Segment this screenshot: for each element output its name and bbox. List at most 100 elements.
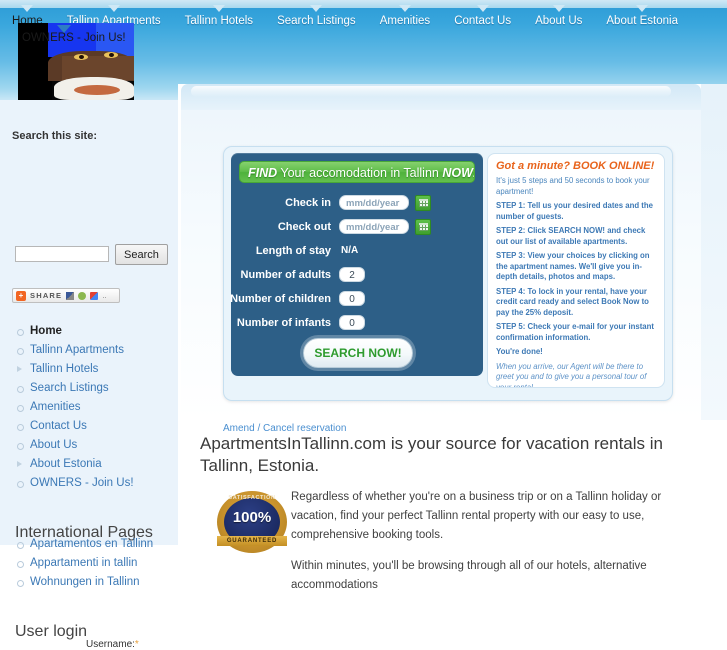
sidebar-item-about-estonia[interactable]: About Estonia — [0, 455, 178, 474]
facebook-icon[interactable] — [66, 291, 75, 300]
sidebar-item-home[interactable]: Home — [0, 322, 178, 341]
chevron-down-icon — [398, 5, 411, 12]
nav-item-amenities[interactable]: Amenities — [368, 5, 443, 34]
sidebar-item-label[interactable]: Search Listings — [30, 382, 109, 394]
chevron-down-icon — [636, 5, 649, 12]
bullet-circle-icon — [17, 348, 24, 355]
check-in-input[interactable]: mm/dd/year — [339, 195, 409, 210]
sidebar-item-label[interactable]: Tallinn Hotels — [30, 363, 98, 375]
photo-shape — [104, 52, 118, 58]
bullet-circle-icon — [17, 561, 24, 568]
content-right-strip — [701, 84, 727, 420]
article-body: Regardless of whether you're on a busine… — [291, 488, 697, 607]
share-widget[interactable]: + SHARE .. — [12, 288, 120, 303]
nav-item-label: Contact Us — [454, 15, 512, 27]
sidebar-item-label[interactable]: About Estonia — [30, 458, 102, 470]
got-a-minute-text: Got a minute? — [496, 160, 573, 172]
form-row-adults: Number of adults 2 — [231, 267, 483, 288]
calendar-icon-check-in[interactable] — [415, 195, 431, 211]
now-word: NOW! — [442, 166, 475, 180]
chevron-down-icon — [476, 5, 489, 12]
form-row-infants: Number of infants 0 — [231, 315, 483, 336]
search-now-button[interactable]: SEARCH NOW! — [303, 338, 413, 368]
site-search-label: Search this site: — [12, 130, 97, 142]
more-icon[interactable]: .. — [102, 291, 106, 300]
chevron-down-icon — [212, 5, 225, 12]
length-of-stay-value: N/A — [341, 245, 359, 256]
sidebar-menu: Home Tallinn Apartments Tallinn Hotels S… — [0, 322, 178, 493]
book-step-5: STEP 5: Check your e-mail for your insta… — [496, 322, 654, 342]
search-input[interactable] — [15, 246, 109, 262]
username-label: Username:* — [86, 639, 139, 650]
sidebar-item-label[interactable]: Tallinn Apartments — [30, 344, 124, 356]
sidebar-item-label[interactable]: Appartamenti in tallin — [30, 557, 137, 569]
username-label-text: Username: — [86, 639, 135, 650]
calendar-icon-check-out[interactable] — [415, 219, 431, 235]
booking-form-panel: FIND Your accomodation in Tallinn NOW! C… — [230, 153, 483, 376]
required-marker: * — [134, 639, 139, 650]
google-icon[interactable] — [90, 291, 99, 300]
chevron-down-icon — [21, 5, 34, 12]
infants-input[interactable]: 0 — [339, 315, 365, 330]
bullet-circle-icon — [17, 386, 24, 393]
bullet-circle-icon — [17, 481, 24, 488]
bullet-triangle-icon — [17, 461, 22, 467]
nav-item-contact-us[interactable]: Contact Us — [442, 5, 523, 34]
children-input[interactable]: 0 — [339, 291, 365, 306]
sidebar-item-search-listings[interactable]: Search Listings — [0, 379, 178, 398]
book-step-4: STEP 4: To lock in your rental, have you… — [496, 286, 649, 317]
sidebar-item-about-us[interactable]: About Us — [0, 436, 178, 455]
share-plus-icon: + — [16, 290, 26, 301]
adults-input[interactable]: 2 — [339, 267, 365, 282]
book-step-2: STEP 2: Click SEARCH NOW! and check out … — [496, 226, 646, 246]
chevron-down-icon — [57, 25, 71, 33]
sidebar-item-label[interactable]: OWNERS - Join Us! — [30, 477, 134, 489]
sidebar-item-appartamenti-in-tallin[interactable]: Appartamenti in tallin — [0, 554, 178, 573]
form-row-check-in: Check in mm/dd/year — [231, 195, 483, 216]
chevron-down-icon — [107, 5, 120, 12]
chevron-down-icon — [310, 5, 323, 12]
nav-item-label: About Us — [535, 15, 583, 27]
owners-navigation: OWNERS - Join Us! — [0, 25, 300, 49]
sidebar-item-label[interactable]: Amenities — [30, 401, 81, 413]
book-online-text: BOOK ONLINE! — [573, 160, 655, 172]
nav-item-about-estonia[interactable]: About Estonia — [594, 5, 690, 34]
sidebar-item-owners-join-us[interactable]: OWNERS - Join Us! — [0, 474, 178, 493]
nav-item-label: Amenities — [379, 15, 431, 27]
sidebar-item-contact-us[interactable]: Contact Us — [0, 417, 178, 436]
bullet-circle-icon — [17, 443, 24, 450]
content-body: FIND Your accomodation in Tallinn NOW! C… — [181, 110, 701, 434]
article-section: ApartmentsInTallinn.com is your source f… — [200, 433, 697, 591]
check-out-label: Check out — [277, 221, 331, 233]
length-of-stay-label: Length of stay — [255, 245, 331, 257]
nav-item-about-us[interactable]: About Us — [523, 5, 594, 34]
chevron-down-icon — [552, 5, 565, 12]
sidebar-item-tallinn-apartments[interactable]: Tallinn Apartments — [0, 341, 178, 360]
check-out-input[interactable]: mm/dd/year — [339, 219, 409, 234]
sidebar-item-tallinn-hotels[interactable]: Tallinn Hotels — [0, 360, 178, 379]
page-title: ApartmentsInTallinn.com is your source f… — [200, 434, 663, 475]
international-menu: Apartamentos en Tallinn Appartamenti in … — [0, 535, 178, 592]
sidebar-item-label[interactable]: About Us — [30, 439, 77, 451]
search-button[interactable]: Search — [115, 244, 168, 265]
sidebar-item-label[interactable]: Contact Us — [30, 420, 87, 432]
sidebar-item-label[interactable]: Home — [30, 325, 62, 337]
check-in-label: Check in — [285, 197, 331, 209]
nav-item-label: Search Listings — [277, 15, 356, 27]
nav-item-owners-join-us[interactable]: OWNERS - Join Us! — [22, 27, 126, 49]
bullet-circle-icon — [17, 405, 24, 412]
twitter-icon[interactable] — [78, 291, 87, 300]
children-label: Number of children — [230, 293, 331, 305]
photo-shape — [74, 54, 88, 60]
infants-label: Number of infants — [236, 317, 331, 329]
photo-shape — [74, 85, 120, 95]
form-row-children: Number of children 0 — [230, 291, 483, 312]
sidebar-item-label[interactable]: Apartamentos en Tallinn — [30, 538, 153, 550]
sidebar-item-wohnungen-in-tallinn[interactable]: Wohnungen in Tallinn — [0, 573, 178, 592]
nav-item-label: About Estonia — [606, 15, 678, 27]
bullet-circle-icon — [17, 580, 24, 587]
sidebar-item-amenities[interactable]: Amenities — [0, 398, 178, 417]
badge-value-text: 100% — [232, 509, 272, 526]
bullet-circle-icon — [17, 329, 24, 336]
sidebar-item-label[interactable]: Wohnungen in Tallinn — [30, 576, 140, 588]
